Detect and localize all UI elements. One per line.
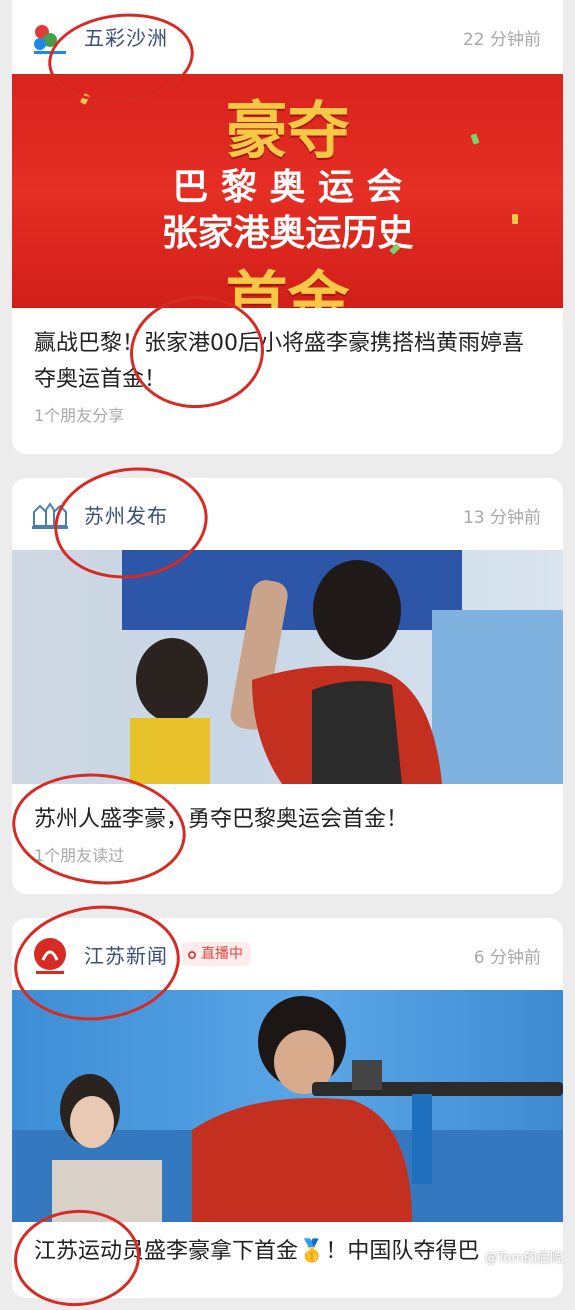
news-card-2[interactable]: 苏州发布 13 分钟前 苏州人盛李豪，勇夺巴黎奥运会首金！ 1个朋友读过 bbox=[12, 478, 563, 894]
source-name[interactable]: 江苏新闻 bbox=[84, 940, 168, 969]
athlete-photo bbox=[12, 996, 563, 1222]
news-card-3[interactable]: 江苏新闻 直播中 6 分钟前 江苏运动员盛李豪拿下首金🥇！中国队夺得巴 bbox=[12, 918, 563, 1298]
cover-image[interactable]: 豪夺 巴 黎 奥 运 会 张家港奥运历史 首金 bbox=[12, 74, 563, 308]
cover-image[interactable] bbox=[12, 990, 563, 1222]
watermark: @Tom的后院 bbox=[484, 1251, 563, 1266]
article-title[interactable]: 苏州人盛李豪，勇夺巴黎奥运会首金！ bbox=[34, 802, 541, 838]
friend-read-info: 1个朋友读过 bbox=[34, 846, 125, 865]
publish-time: 13 分钟前 bbox=[462, 508, 541, 528]
jiangsu-news-logo-icon bbox=[34, 938, 66, 974]
publish-time: 22 分钟前 bbox=[462, 30, 541, 50]
live-badge[interactable]: 直播中 bbox=[182, 942, 251, 966]
friend-share-info: 1个朋友分享 bbox=[34, 406, 125, 425]
poster-text: 豪夺 bbox=[225, 94, 350, 167]
poster-text: 巴 黎 奥 运 会 bbox=[172, 167, 403, 208]
poster-text: 张家港奥运历史 bbox=[161, 213, 414, 254]
card-header[interactable]: 苏州发布 13 分钟前 bbox=[12, 478, 563, 552]
article-title[interactable]: 赢战巴黎！张家港00后小将盛李豪携搭档黄雨婷喜夺奥运首金！ bbox=[34, 326, 541, 398]
news-card-1[interactable]: 五彩沙洲 22 分钟前 豪夺 巴 黎 奥 运 会 张家港奥运历史 首金 赢战巴黎… bbox=[12, 0, 563, 454]
suzhou-fabu-logo-icon bbox=[32, 502, 68, 529]
wucaishazhou-logo-icon bbox=[34, 25, 66, 54]
live-badge-label: 直播中 bbox=[201, 946, 243, 962]
card-header[interactable]: 五彩沙洲 22 分钟前 bbox=[12, 0, 563, 74]
card-header[interactable]: 江苏新闻 直播中 6 分钟前 bbox=[12, 918, 563, 992]
athlete-photo bbox=[122, 550, 563, 784]
source-name[interactable]: 苏州发布 bbox=[84, 500, 168, 529]
confetti-decoration bbox=[512, 214, 518, 224]
cover-image[interactable] bbox=[12, 550, 563, 784]
article-title[interactable]: 江苏运动员盛李豪拿下首金🥇！中国队夺得巴 bbox=[34, 1234, 541, 1270]
live-dot-icon bbox=[188, 951, 196, 959]
publish-time: 6 分钟前 bbox=[473, 948, 541, 968]
source-name[interactable]: 五彩沙洲 bbox=[84, 22, 168, 51]
poster-text: 首金 bbox=[225, 264, 350, 308]
